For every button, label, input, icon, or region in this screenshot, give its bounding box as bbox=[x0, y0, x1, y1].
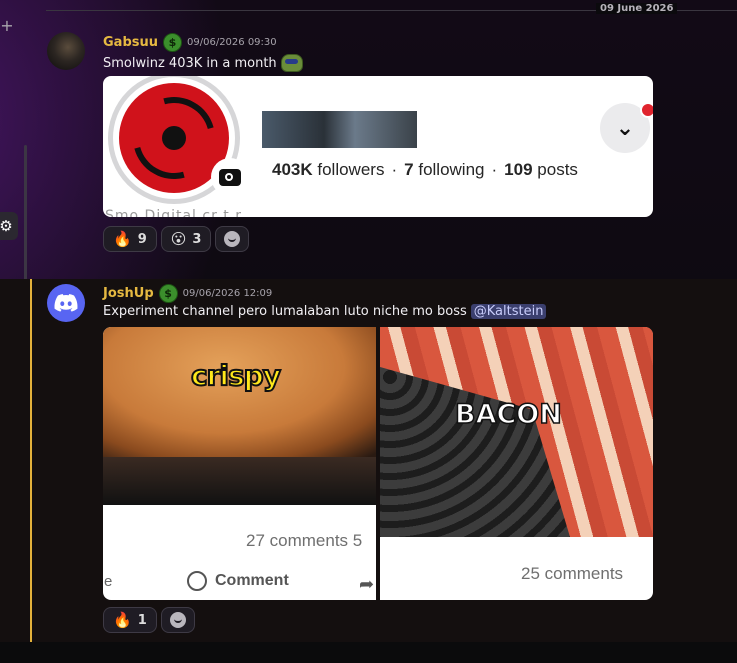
camera-icon bbox=[211, 158, 249, 196]
message-content: Smolwinz 403K in a month bbox=[103, 55, 277, 71]
pepe-emoji-icon bbox=[280, 54, 303, 72]
timestamp: 09/06/2026 12:09 bbox=[182, 288, 273, 299]
share-icon: ➦ bbox=[359, 574, 375, 595]
message-gabsuu[interactable]: Gabsuu $ 09/06/2026 09:30 Smolwinz 403K … bbox=[0, 26, 737, 261]
fire-emoji-icon: 🔥 bbox=[113, 611, 132, 629]
add-reaction-button[interactable] bbox=[215, 226, 250, 252]
mention-highlight-bar bbox=[30, 279, 32, 642]
message-header: JoshUp $ 09/06/2026 12:09 bbox=[103, 284, 272, 303]
comment-bubble-icon bbox=[187, 571, 207, 591]
smiley-icon bbox=[224, 231, 241, 247]
message-header: Gabsuu $ 09/06/2026 09:30 bbox=[103, 33, 277, 52]
avatar[interactable] bbox=[47, 32, 85, 70]
username[interactable]: Gabsuu bbox=[103, 35, 158, 50]
reactions-bar: 🔥 9 😮 3 bbox=[103, 226, 250, 252]
dollar-badge-icon: $ bbox=[163, 33, 182, 52]
reaction-fire[interactable]: 🔥 9 bbox=[103, 226, 157, 252]
fire-emoji-icon: 🔥 bbox=[113, 230, 132, 248]
profile-banner-image bbox=[262, 111, 417, 148]
user-mention[interactable]: @Kaltstein bbox=[470, 304, 547, 319]
reaction-shocked[interactable]: 😮 3 bbox=[160, 226, 212, 252]
reaction-count: 1 bbox=[137, 612, 147, 628]
smiley-icon bbox=[169, 612, 186, 628]
instagram-profile-image[interactable]: 403K followers · 7 following · 109 posts ⌄ S… bbox=[103, 76, 653, 217]
followers-label: followers bbox=[317, 160, 385, 179]
posts-count: 109 bbox=[504, 160, 533, 179]
following-count: 7 bbox=[404, 160, 414, 179]
avatar[interactable] bbox=[47, 284, 85, 322]
timestamp: 09/06/2026 09:30 bbox=[187, 37, 277, 48]
cut-text: e bbox=[104, 573, 113, 590]
following-label: following bbox=[418, 160, 485, 179]
comment-label: Comment bbox=[215, 572, 289, 589]
separator-dot: · bbox=[491, 160, 498, 179]
reactions-bar: 🔥 1 bbox=[103, 607, 195, 633]
message-content: Experiment channel pero lumalaban luto n… bbox=[103, 304, 467, 319]
posts-label: posts bbox=[537, 160, 578, 179]
image-attachment-bacon[interactable]: BACON 25 comments bbox=[380, 327, 653, 600]
comments-count: 25 comments bbox=[521, 564, 624, 583]
image-caption: crispy bbox=[190, 358, 282, 393]
reaction-fire[interactable]: 🔥 1 bbox=[103, 607, 157, 633]
reaction-count: 9 bbox=[137, 231, 147, 247]
bacon-food-image bbox=[380, 327, 653, 537]
reaction-count: 3 bbox=[192, 231, 202, 247]
comment-button: Comment bbox=[187, 571, 289, 591]
username[interactable]: JoshUp bbox=[103, 286, 154, 301]
discord-logo-icon bbox=[54, 294, 78, 312]
crispy-food-image bbox=[103, 327, 376, 505]
image-attachment-crispy[interactable]: crispy 27 comments 5 e Comment ➦ bbox=[103, 327, 376, 600]
separator-dot: · bbox=[391, 160, 398, 179]
message-joshup[interactable]: JoshUp $ 09/06/2026 12:09 Experiment cha… bbox=[0, 279, 737, 642]
comments-count: 27 comments 5 bbox=[246, 531, 363, 550]
message-text: Experiment channel pero lumalaban luto n… bbox=[103, 304, 547, 319]
shocked-emoji-icon: 😮 bbox=[170, 230, 187, 248]
followers-count: 403K bbox=[272, 160, 313, 179]
add-reaction-button[interactable] bbox=[160, 607, 195, 633]
image-caption: BACON bbox=[454, 398, 562, 431]
message-text: Smolwinz 403K in a month bbox=[103, 54, 303, 72]
dollar-badge-icon: $ bbox=[158, 284, 178, 303]
date-separator-label: 09 June 2026 bbox=[596, 3, 678, 14]
bio-cut-text: Smo Digital cr t r bbox=[105, 208, 242, 217]
air-fryer-grill bbox=[380, 367, 570, 537]
notification-dot bbox=[640, 102, 653, 118]
profile-stats: 403K followers · 7 following · 109 posts bbox=[272, 160, 578, 180]
